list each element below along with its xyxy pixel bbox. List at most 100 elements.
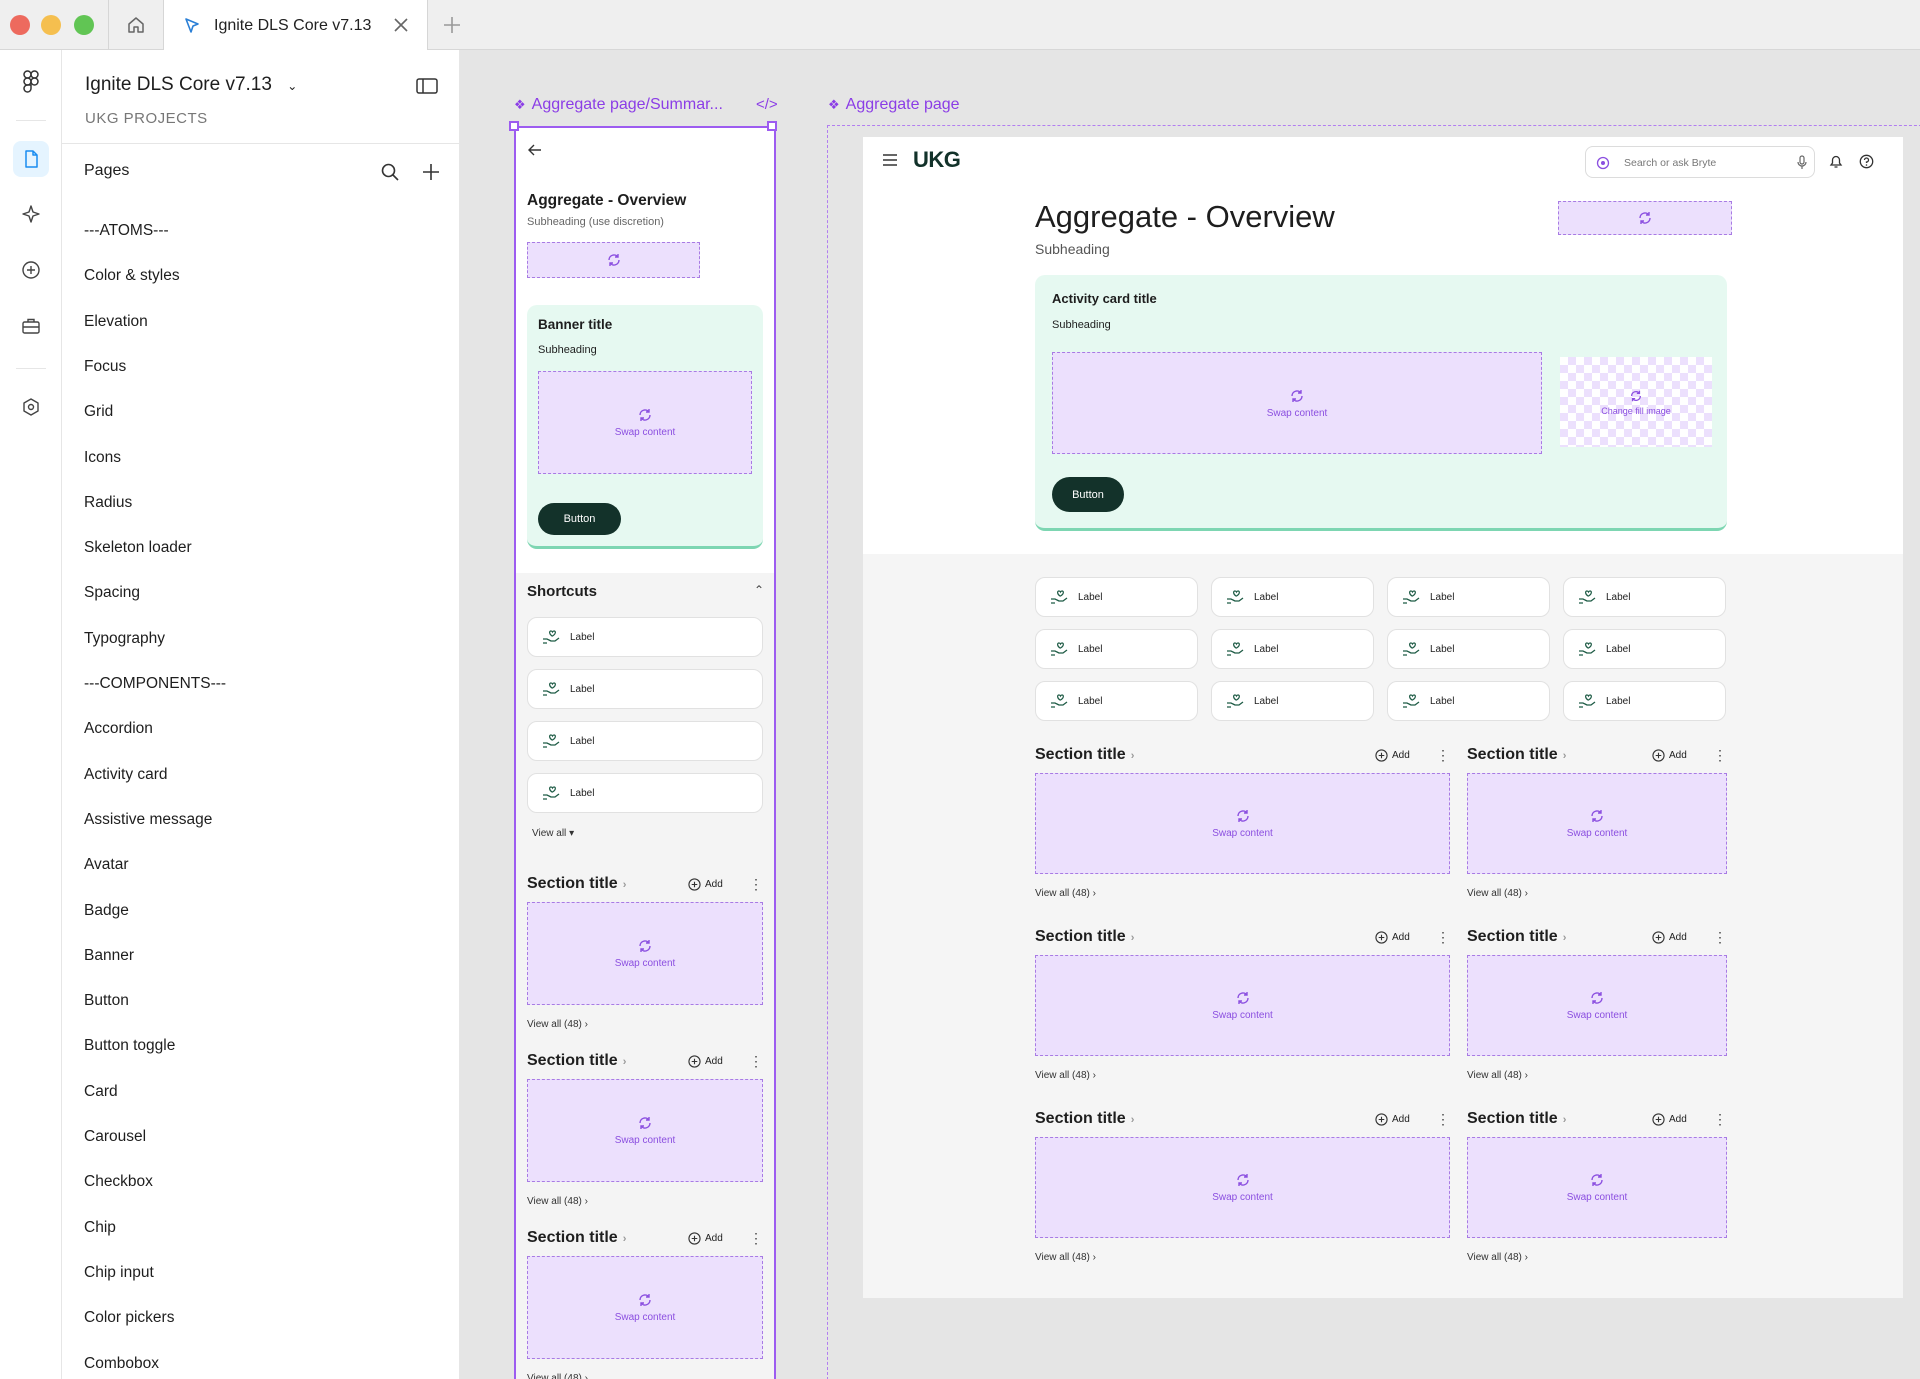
code-icon[interactable]: </> — [756, 96, 778, 113]
mobile-header-slot[interactable] — [527, 242, 700, 278]
page-item[interactable]: Button — [84, 992, 129, 1010]
more-options-icon[interactable]: ⋮ — [1436, 1112, 1450, 1126]
page-item[interactable]: Carousel — [84, 1128, 146, 1146]
bell-icon[interactable] — [1829, 154, 1843, 169]
add-button[interactable]: Add — [1375, 749, 1410, 762]
section-title[interactable]: Section title › — [527, 1052, 626, 1070]
view-all-link[interactable]: View all (48) › — [1035, 888, 1096, 899]
shortcut-card[interactable]: Label — [1211, 577, 1374, 617]
shortcut-card[interactable]: Label — [1035, 681, 1198, 721]
ukg-logo[interactable]: UKG — [913, 147, 961, 173]
view-all-link[interactable]: View all (48) › — [527, 1019, 588, 1030]
desktop-header-slot[interactable] — [1558, 201, 1732, 235]
section-swap-slot[interactable]: Swap content — [1035, 955, 1450, 1056]
view-all-link[interactable]: View all (48) › — [1467, 1070, 1528, 1081]
page-item[interactable]: ---COMPONENTS--- — [84, 675, 226, 693]
more-options-icon[interactable]: ⋮ — [1436, 748, 1450, 762]
shortcut-card[interactable]: Label — [1035, 577, 1198, 617]
maximize-window-button[interactable] — [74, 15, 94, 35]
section-title[interactable]: Section title › — [1035, 1110, 1134, 1128]
page-item[interactable]: Color & styles — [84, 267, 180, 285]
add-button[interactable]: Add — [1375, 1113, 1410, 1126]
activity-card-button[interactable]: Button — [1052, 477, 1124, 512]
view-all-link[interactable]: View all (48) › — [527, 1196, 588, 1207]
section-swap-slot[interactable]: Swap content — [1467, 773, 1727, 874]
page-item[interactable]: Typography — [84, 630, 165, 648]
mobile-frame-label[interactable]: ❖ Aggregate page/Summar... — [514, 96, 723, 114]
page-item[interactable]: Spacing — [84, 584, 140, 602]
page-item[interactable]: Focus — [84, 358, 126, 376]
home-button[interactable] — [108, 0, 164, 50]
more-options-icon[interactable]: ⋮ — [749, 1054, 763, 1068]
shortcut-card[interactable]: Label — [1387, 577, 1550, 617]
section-title[interactable]: Section title › — [1467, 746, 1566, 764]
page-item[interactable]: Chip input — [84, 1264, 154, 1282]
page-item[interactable]: Button toggle — [84, 1037, 175, 1055]
more-options-icon[interactable]: ⋮ — [749, 1231, 763, 1245]
page-item[interactable]: Card — [84, 1083, 118, 1101]
page-item[interactable]: Badge — [84, 902, 129, 920]
page-item[interactable]: Avatar — [84, 856, 129, 874]
add-page-icon[interactable] — [421, 162, 441, 182]
section-title[interactable]: Section title › — [527, 1229, 626, 1247]
design-canvas[interactable]: ❖ Aggregate page/Summar... </> Aggregate… — [461, 50, 1920, 1379]
desktop-frame-label[interactable]: ❖ Aggregate page — [828, 96, 960, 114]
page-item[interactable]: Banner — [84, 947, 134, 965]
add-button[interactable]: Add — [1652, 1113, 1687, 1126]
section-title[interactable]: Section title › — [1467, 1110, 1566, 1128]
search-icon[interactable] — [380, 162, 400, 182]
page-item[interactable]: Chip — [84, 1219, 116, 1237]
section-swap-slot[interactable]: Swap content — [527, 902, 763, 1005]
view-all-link[interactable]: View all (48) › — [1467, 1252, 1528, 1263]
page-item[interactable]: Skeleton loader — [84, 539, 192, 557]
resize-handle[interactable] — [767, 121, 777, 131]
shortcut-card[interactable]: Label — [1563, 577, 1726, 617]
shortcut-card[interactable]: Label — [527, 773, 763, 813]
activity-swap-slot[interactable]: Swap content — [1052, 352, 1542, 454]
shortcut-card[interactable]: Label — [527, 721, 763, 761]
new-tab-icon[interactable] — [440, 13, 464, 37]
project-name[interactable]: Ignite DLS Core v7.13 ⌄ — [85, 74, 297, 96]
resize-handle[interactable] — [509, 121, 519, 131]
mobile-aggregate-frame[interactable]: Aggregate - Overview Subheading (use dis… — [514, 126, 776, 1379]
page-item[interactable]: Accordion — [84, 720, 153, 738]
add-button[interactable]: Add — [688, 878, 723, 891]
add-button[interactable]: Add — [688, 1232, 723, 1245]
add-button[interactable]: Add — [1375, 931, 1410, 944]
view-all-link[interactable]: View all (48) › — [1035, 1252, 1096, 1263]
section-title[interactable]: Section title › — [527, 875, 626, 893]
close-tab-icon[interactable] — [393, 17, 409, 33]
more-options-icon[interactable]: ⋮ — [1713, 748, 1727, 762]
close-window-button[interactable] — [10, 15, 30, 35]
section-title[interactable]: Section title › — [1467, 928, 1566, 946]
shortcut-card[interactable]: Label — [1387, 629, 1550, 669]
file-pages-button[interactable] — [13, 141, 49, 177]
back-arrow-icon[interactable] — [528, 144, 542, 156]
toolbox-button[interactable] — [13, 308, 49, 344]
sidebar-toggle-icon[interactable] — [416, 77, 438, 95]
shortcut-card[interactable]: Label — [1563, 681, 1726, 721]
shortcut-card[interactable]: Label — [1563, 629, 1726, 669]
minimize-window-button[interactable] — [41, 15, 61, 35]
shortcut-card[interactable]: Label — [1211, 681, 1374, 721]
page-item[interactable]: Radius — [84, 494, 132, 512]
page-item[interactable]: Elevation — [84, 313, 148, 331]
more-options-icon[interactable]: ⋮ — [1713, 1112, 1727, 1126]
add-button[interactable]: Add — [688, 1055, 723, 1068]
page-item[interactable]: ---ATOMS--- — [84, 222, 169, 240]
page-item[interactable]: Checkbox — [84, 1173, 153, 1191]
section-swap-slot[interactable]: Swap content — [1035, 773, 1450, 874]
chevron-down-icon[interactable]: ⌄ — [287, 79, 297, 93]
page-item[interactable]: Grid — [84, 403, 113, 421]
microphone-icon[interactable] — [1797, 155, 1807, 170]
shortcuts-view-all[interactable]: View all ▾ — [532, 828, 574, 839]
shortcut-card[interactable]: Label — [527, 617, 763, 657]
tab-ignite-dls[interactable]: Ignite DLS Core v7.13 — [164, 0, 428, 51]
search-bar[interactable]: Search or ask Bryte — [1585, 146, 1815, 178]
shortcut-card[interactable]: Label — [1211, 629, 1374, 669]
shortcut-card[interactable]: Label — [527, 669, 763, 709]
page-item[interactable]: Combobox — [84, 1355, 159, 1373]
page-item[interactable]: Icons — [84, 449, 121, 467]
more-options-icon[interactable]: ⋮ — [1713, 930, 1727, 944]
section-swap-slot[interactable]: Swap content — [527, 1256, 763, 1359]
